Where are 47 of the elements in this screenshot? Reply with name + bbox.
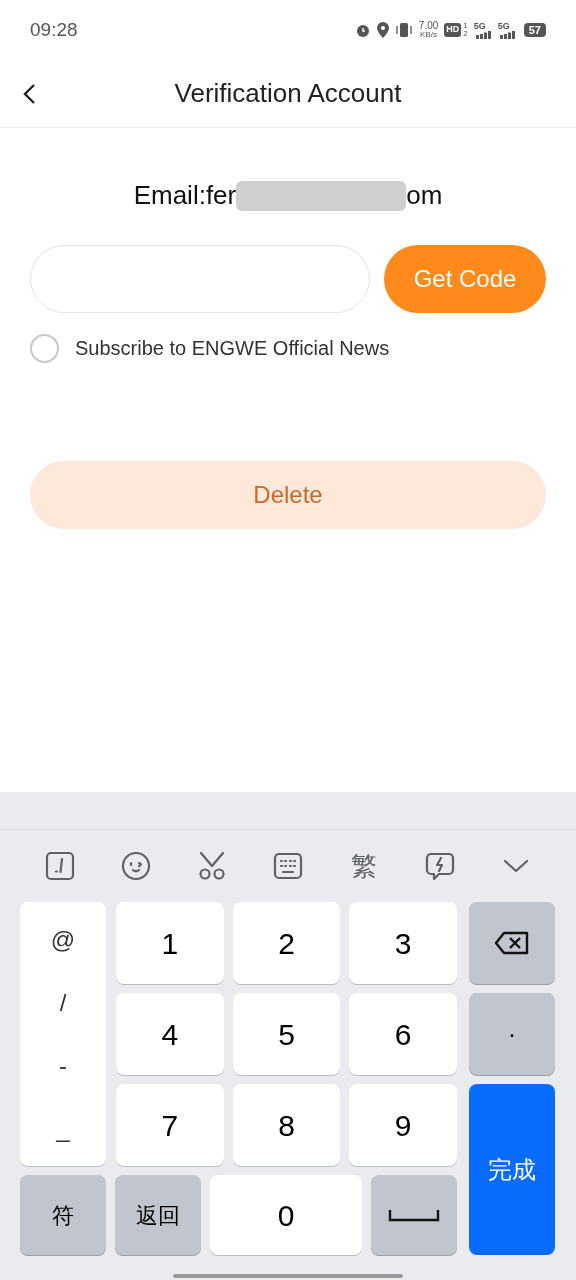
email-label: Email:fer bbox=[133, 179, 237, 212]
lightning-chat-icon[interactable] bbox=[424, 850, 456, 882]
digit-key[interactable]: 8 bbox=[232, 1084, 341, 1166]
backspace-key[interactable] bbox=[469, 902, 555, 984]
sim-number: 2 bbox=[463, 30, 468, 38]
signal-icon bbox=[473, 30, 492, 39]
signal-icon bbox=[497, 30, 516, 39]
network-type: 5G bbox=[497, 21, 511, 31]
digit-key[interactable]: 9 bbox=[349, 1084, 457, 1166]
space-icon bbox=[388, 1208, 440, 1222]
digit-key[interactable]: 2 bbox=[232, 902, 341, 984]
digit-key[interactable]: 0 bbox=[210, 1175, 362, 1255]
symbol-key[interactable]: _ bbox=[56, 1110, 70, 1147]
net-speed-unit: KB/s bbox=[420, 31, 437, 39]
digit-key[interactable]: 1 bbox=[116, 902, 224, 984]
clipboard-icon[interactable] bbox=[44, 850, 76, 882]
hd-badge: HD bbox=[444, 23, 462, 37]
code-input-field[interactable] bbox=[30, 245, 370, 313]
back-icon bbox=[22, 82, 38, 105]
battery-indicator: 57 bbox=[523, 23, 546, 37]
alarm-icon bbox=[354, 22, 371, 38]
status-time: 09:28 bbox=[30, 17, 78, 42]
keyboard-icon[interactable] bbox=[272, 850, 304, 882]
traditional-chinese-toggle[interactable]: 繁 bbox=[348, 846, 380, 886]
dot-key[interactable]: · bbox=[469, 993, 555, 1075]
net-speed-value: 7.00 bbox=[418, 21, 439, 31]
digit-key[interactable]: 7 bbox=[116, 1084, 224, 1166]
digit-key[interactable]: 3 bbox=[349, 902, 457, 984]
digit-key[interactable]: 5 bbox=[232, 993, 341, 1075]
emoji-icon[interactable] bbox=[120, 850, 152, 882]
page-title: Verification Account bbox=[174, 77, 402, 110]
location-icon bbox=[376, 22, 389, 38]
email-suffix: om bbox=[406, 179, 443, 212]
symbol-key[interactable]: - bbox=[59, 1047, 67, 1084]
digit-key[interactable]: 4 bbox=[116, 993, 224, 1075]
digit-key[interactable]: 6 bbox=[349, 993, 457, 1075]
done-key[interactable]: 完成 bbox=[469, 1084, 555, 1255]
function-key[interactable]: 符 bbox=[20, 1175, 106, 1255]
symbol-key[interactable]: @ bbox=[50, 921, 76, 958]
subscribe-checkbox[interactable] bbox=[30, 333, 59, 363]
symbol-key[interactable]: / bbox=[59, 984, 67, 1021]
subscribe-label: Subscribe to ENGWE Official News bbox=[75, 336, 390, 361]
function-key[interactable]: 返回 bbox=[115, 1175, 201, 1255]
sim-number: 1 bbox=[463, 22, 468, 30]
backspace-icon bbox=[494, 931, 530, 955]
vibrate-icon bbox=[394, 22, 413, 38]
network-type: 5G bbox=[473, 21, 487, 31]
